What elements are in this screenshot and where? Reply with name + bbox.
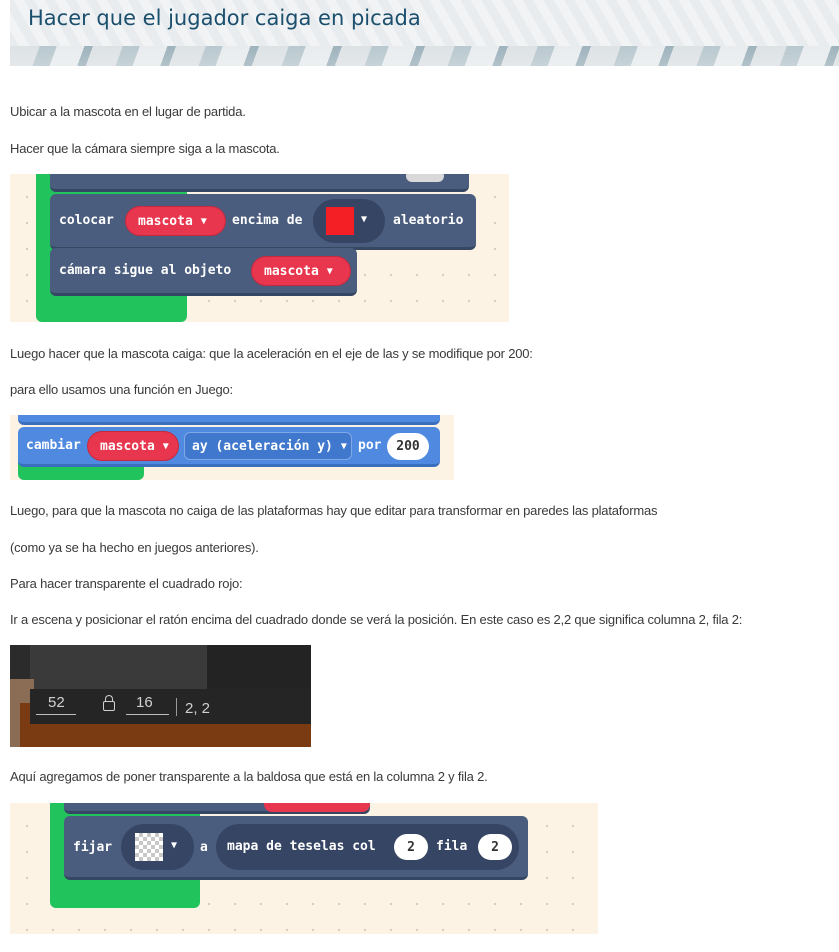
title-banner: Hacer que el jugador caiga en picada: [10, 0, 839, 66]
random-label: aleatorio: [393, 213, 464, 228]
paragraph-previous-games: (como ya se ha hecho en juegos anteriore…: [10, 540, 259, 555]
paragraph-walls: Luego, para que la mascota no caiga de l…: [10, 503, 658, 518]
code-panel-change-acceleration: cambiar mascota ▼ ay (aceleración y) ▼ p…: [10, 415, 454, 480]
scene-area-dark: [207, 645, 311, 689]
place-variable-label: mascota: [138, 213, 193, 229]
chevron-down-icon: ▼: [326, 265, 333, 277]
to-label: a: [200, 840, 208, 855]
property-dropdown[interactable]: ay (aceleración y) ▼: [184, 432, 352, 460]
tilemap-label: mapa de teselas col: [227, 839, 376, 854]
paragraph-camera: Hacer que la cámara siempre siga a la ma…: [10, 141, 280, 156]
previous-block-field: [406, 174, 444, 182]
set-tile-block[interactable]: fijar ▼ a mapa de teselas col 2 fila 2: [64, 816, 528, 880]
tilemap-location-block[interactable]: mapa de teselas col 2 fila 2: [216, 824, 519, 870]
camera-label: cámara sigue al objeto: [59, 263, 232, 278]
chevron-down-icon: ▼: [171, 840, 178, 851]
change-block[interactable]: cambiar mascota ▼ ay (aceleración y) ▼ p…: [18, 427, 440, 467]
camera-follow-block[interactable]: cámara sigue al objeto mascota ▼: [50, 248, 357, 296]
chevron-down-icon: ▼: [162, 440, 169, 452]
row-input[interactable]: 2: [478, 834, 512, 860]
y-underline: [126, 714, 169, 715]
previous-block-field: [264, 803, 370, 812]
paragraph-set-tile: Aquí agregamos de poner transparente a l…: [10, 769, 488, 784]
tile-image-dropdown[interactable]: ▼: [121, 824, 194, 870]
place-label: colocar: [59, 213, 114, 228]
on-top-label: encima de: [232, 213, 303, 228]
lock-icon: [103, 695, 115, 711]
red-tile-swatch: [326, 207, 354, 235]
set-label: fijar: [73, 840, 113, 855]
code-panel-set-tile: fijar ▼ a mapa de teselas col 2 fila 2: [10, 803, 598, 934]
tile-dropdown[interactable]: ▼: [313, 199, 385, 243]
chevron-down-icon: ▼: [361, 214, 368, 225]
place-block[interactable]: colocar mascota ▼ encima de ▼ aleatorio: [50, 194, 476, 250]
property-label: ay (aceleración y): [192, 438, 333, 454]
y-value: 16: [136, 694, 153, 711]
coordinate-bar: [30, 689, 311, 724]
by-label: por: [358, 438, 382, 453]
scene-editor-screenshot: 52 16 2, 2: [10, 645, 311, 747]
separator: [176, 698, 177, 716]
value-input[interactable]: 200: [387, 433, 429, 460]
code-panel-place-camera: colocar mascota ▼ encima de ▼ aleatorio …: [10, 174, 509, 322]
previous-block-stub: [18, 415, 440, 425]
change-label: cambiar: [26, 438, 81, 453]
x-value: 52: [48, 694, 65, 711]
position-readout: 2, 2: [185, 700, 211, 717]
paragraph-start-position: Ubicar a la mascota en el lugar de parti…: [10, 104, 246, 119]
paragraph-scene-position: Ir a escena y posicionar el ratón encima…: [10, 612, 743, 627]
chevron-down-icon: ▼: [340, 440, 347, 452]
change-variable-label: mascota: [100, 438, 155, 454]
banner-stripe: [10, 46, 839, 66]
page-title: Hacer que el jugador caiga en picada: [28, 6, 421, 30]
chevron-down-icon: ▼: [200, 215, 207, 227]
row-label: fila: [436, 839, 468, 854]
place-variable-dropdown[interactable]: mascota ▼: [125, 206, 226, 236]
change-variable-dropdown[interactable]: mascota ▼: [87, 431, 179, 461]
paragraph-fall: Luego hacer que la mascota caiga: que la…: [10, 346, 533, 361]
scene-area: [30, 645, 207, 689]
paragraph-transparent: Para hacer transparente el cuadrado rojo…: [10, 576, 243, 591]
camera-variable-label: mascota: [264, 263, 319, 279]
x-underline: [36, 714, 76, 715]
camera-variable-dropdown[interactable]: mascota ▼: [251, 256, 351, 286]
transparent-tile-icon: [135, 833, 163, 861]
column-input[interactable]: 2: [394, 834, 428, 860]
paragraph-game-function: para ello usamos una función en Juego:: [10, 382, 233, 397]
